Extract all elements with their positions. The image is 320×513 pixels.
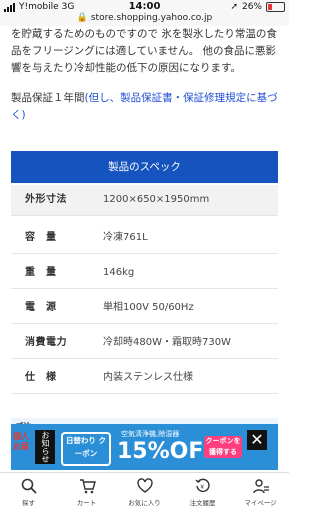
warranty-text: 製品保証１年間(但し、製品保証書・保証修理規定に基づく) xyxy=(11,90,279,124)
spec-row: 仕 様 内装ステンレス仕様 xyxy=(11,363,278,394)
spec-value: 冷凍761L xyxy=(103,232,148,243)
spec-row: 消費電力 冷却時480W・霜取時730W xyxy=(11,328,278,359)
spec-row: 電 源 単相100V 50/60Hz xyxy=(11,293,278,324)
spec-value: 内装ステンレス仕様 xyxy=(103,372,193,383)
promo-notice-tag: お知らせ xyxy=(35,430,55,464)
spec-row: 重 量 146kg xyxy=(11,258,278,289)
status-bar: Y!mobile 3G 14:00 ➚ 26% 🔒 store.shopping… xyxy=(0,0,289,26)
spec-value: 冷却時480W・霜取時730W xyxy=(103,337,231,348)
url-text: store.shopping.yahoo.co.jp xyxy=(90,13,213,23)
address-bar[interactable]: 🔒 store.shopping.yahoo.co.jp xyxy=(0,13,289,23)
nav-order-history[interactable]: ¥ 注文履歴 xyxy=(174,477,231,507)
svg-text:¥: ¥ xyxy=(200,484,204,491)
warranty-prefix: 製品保証１年間 xyxy=(11,92,85,104)
battery-icon xyxy=(266,2,285,12)
status-right: ➚ 26% xyxy=(230,2,285,12)
promo-banner[interactable]: 個人 お届 お知らせ 日替わり クーポン 空気清浄機,除湿器 15%OFF クー… xyxy=(11,424,278,470)
cart-icon xyxy=(58,477,115,495)
nav-cart[interactable]: カート xyxy=(58,477,115,507)
nav-favorites[interactable]: お気に入り xyxy=(116,477,173,507)
nav-mypage[interactable]: マイページ xyxy=(232,477,289,507)
battery-percent: 26% xyxy=(241,2,262,12)
close-icon[interactable]: ✕ xyxy=(247,430,267,450)
spec-key: 容 量 xyxy=(25,232,57,243)
nav-label: マイページ xyxy=(244,499,277,507)
nav-label: カート xyxy=(76,499,97,507)
nav-search[interactable]: 探す xyxy=(0,477,57,507)
spec-value: 146kg xyxy=(103,267,135,278)
nav-label: 注文履歴 xyxy=(189,499,216,507)
get-coupon-button[interactable]: クーポンを 獲得する xyxy=(204,436,242,458)
spec-key: 消費電力 xyxy=(25,337,67,348)
spec-key: 外形寸法 xyxy=(25,194,67,205)
daily-coupon-badge: 日替わり クーポン xyxy=(61,432,111,466)
promo-side-label: 個人 お届 xyxy=(13,432,29,451)
location-icon: ➚ xyxy=(230,2,238,12)
spec-value: 単相100V 50/60Hz xyxy=(103,302,194,313)
spec-key: 電 源 xyxy=(25,302,57,313)
nav-label: お気に入り xyxy=(128,499,161,507)
lock-icon: 🔒 xyxy=(76,13,88,23)
bottom-nav: 探す カート お気に入り ¥ 注文履歴 マイページ xyxy=(0,472,289,513)
spec-row: 容 量 冷凍761L xyxy=(11,223,278,254)
spec-value: 1200×650×1950mm xyxy=(103,194,210,205)
spec-row: 外形寸法 1200×650×1950mm xyxy=(11,185,278,216)
user-icon xyxy=(232,477,289,495)
spec-key: 重 量 xyxy=(25,267,57,278)
heart-icon xyxy=(116,477,173,495)
history-icon: ¥ xyxy=(174,477,231,495)
spec-header: 製品のスペック xyxy=(11,151,278,183)
search-icon xyxy=(0,477,57,495)
product-description: を貯蔵するためのものですので 氷を製氷したり常温の食品をフリージングには適してい… xyxy=(11,28,277,74)
nav-label: 探す xyxy=(22,499,35,507)
promo-sub-text: 空気清浄機,除湿器 xyxy=(121,430,180,438)
spec-key: 仕 様 xyxy=(25,372,57,383)
